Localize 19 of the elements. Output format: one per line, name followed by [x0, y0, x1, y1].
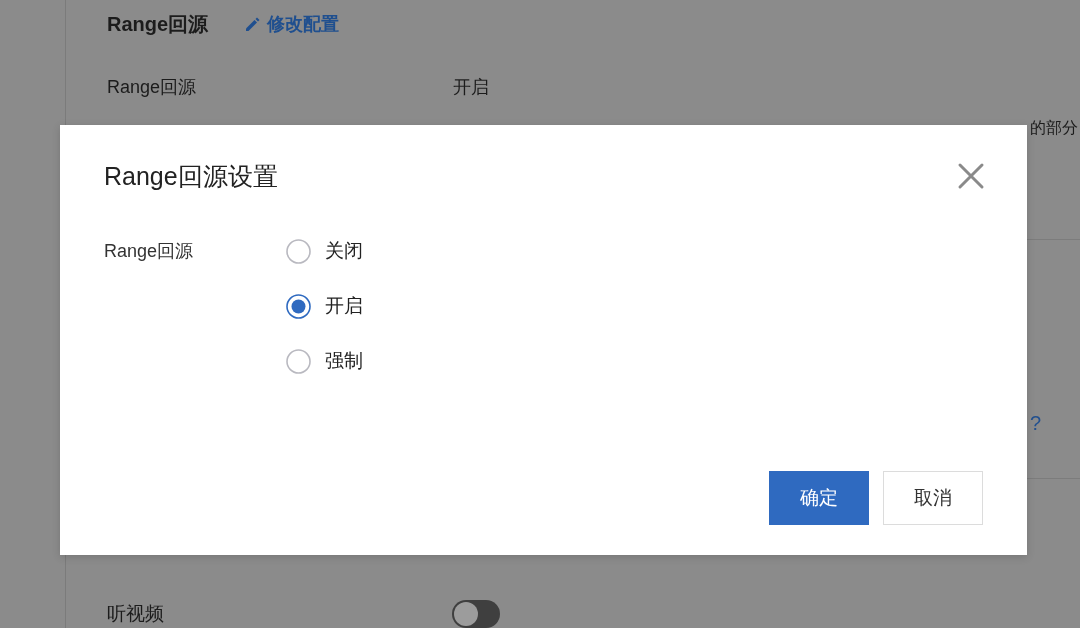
radio-button[interactable] [286, 348, 311, 374]
pencil-icon [244, 15, 262, 33]
radio-label[interactable]: 开启 [325, 291, 363, 321]
radio-button[interactable] [286, 238, 311, 264]
confirm-button[interactable]: 确定 [769, 471, 869, 525]
setting-value: 开启 [453, 76, 489, 100]
toggle-switch[interactable] [452, 599, 500, 628]
radio-label[interactable]: 关闭 [325, 236, 363, 266]
setting-label: Range回源 [107, 76, 198, 100]
dialog-title: Range回源设置 [104, 161, 278, 191]
radio-label[interactable]: 强制 [325, 346, 363, 376]
close-icon [957, 162, 985, 190]
radio-button[interactable] [286, 293, 311, 319]
close-button[interactable] [957, 162, 985, 190]
field-label: Range回源 [104, 240, 195, 263]
setting-label: 听视频 [107, 601, 165, 626]
description-text: 的部分 [1030, 118, 1078, 136]
cancel-button[interactable]: 取消 [883, 471, 983, 525]
section-title: Range回源 [107, 12, 209, 37]
